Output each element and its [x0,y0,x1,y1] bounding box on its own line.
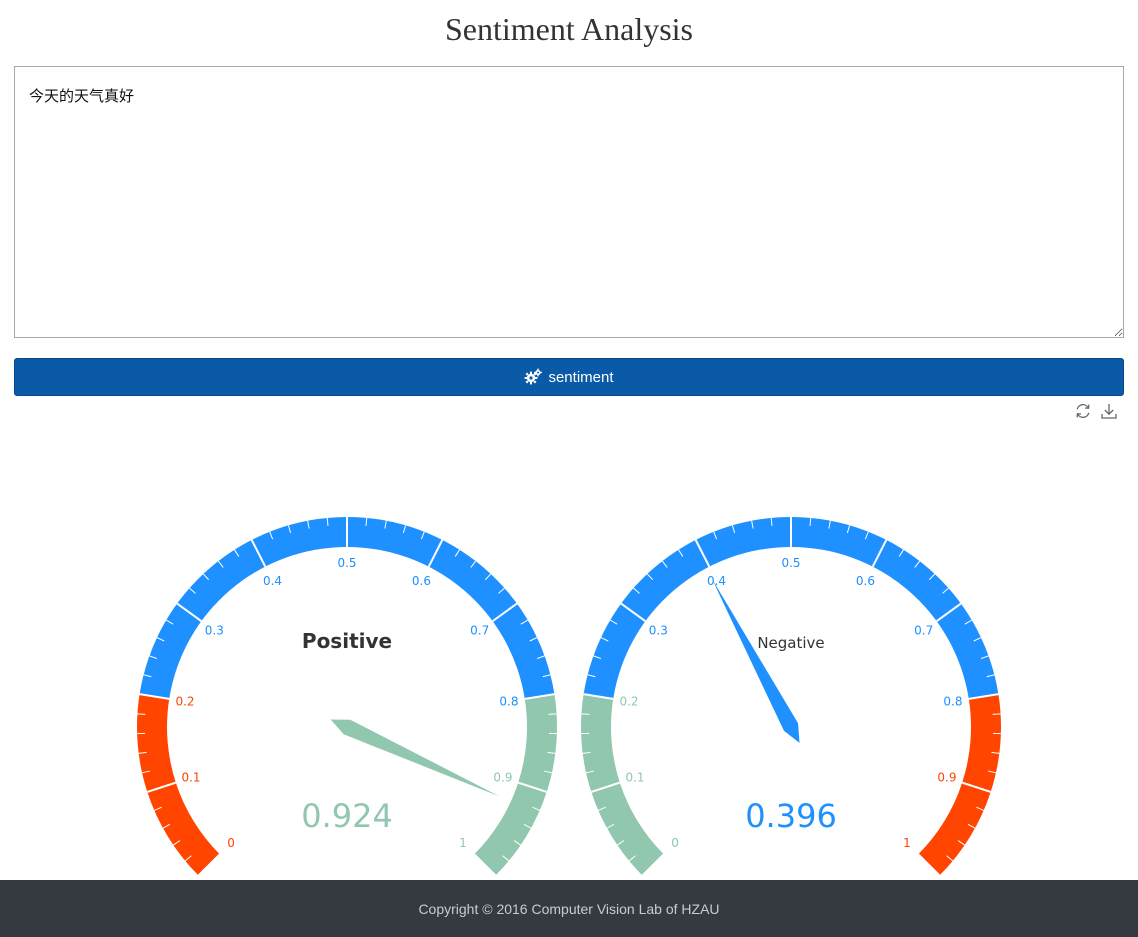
footer-copyright: Copyright © 2016 Computer Vision Lab of … [418,900,720,917]
gauge-minor-tick [992,713,1001,715]
gauge-band [918,694,1001,876]
gauge-tick-label: 0 [671,836,679,850]
gauge-tick-label: 0.7 [470,624,489,638]
gauge-tick-label: 0.6 [856,574,875,588]
gauge-tick-label: 0.5 [781,556,800,570]
gauge-band [137,694,220,876]
gauge-tick-label: 0.8 [943,694,962,708]
gauge-tick-label: 0.6 [412,574,431,588]
gauge-tick-label: 0.2 [619,694,638,708]
gauge-minor-tick [137,713,146,715]
gauge-tick-label: 1 [459,836,467,850]
gauge-0: 0 0.1 0.2 0.3 0.4 0.5 0.6 0.7 0.8 0.9 1 Positive 0.9… [137,516,557,877]
gauge-value: 0.924 [301,797,393,835]
gauge-tick-label: 0 [227,836,235,850]
gauge-band [474,694,557,876]
footer: Copyright © 2016 Computer Vision Lab of … [0,880,1138,937]
gauge-minor-tick [581,713,590,715]
gauge-band [580,694,664,876]
gauge-tick-label: 0.3 [649,624,668,638]
gauge-tick-label: 0.5 [337,556,356,570]
gauge-value: 0.396 [745,797,837,835]
gauge-title: Negative [757,634,824,652]
gauge-pointer [330,719,500,797]
gauge-tick-label: 0.9 [937,771,956,785]
gauge-minor-tick [548,713,557,715]
gauge-tick-label: 0.1 [625,771,644,785]
gauge-tick-label: 0.2 [175,694,194,708]
gauge-charts: 0 0.1 0.2 0.3 0.4 0.5 0.6 0.7 0.8 0.9 1 Positive 0.9… [137,516,1001,877]
gauge-tick-label: 0.4 [263,574,282,588]
gauge-tick-label: 0.7 [914,624,933,638]
gauge-tick-label: 1 [903,836,911,850]
gauge-tick-label: 0.1 [181,771,200,785]
gauge-title: Positive [302,629,392,653]
gauge-tick-label: 0.9 [493,771,512,785]
gauge-tick-label: 0.4 [707,574,726,588]
gauge-1: 0 0.1 0.2 0.3 0.4 0.5 0.6 0.7 0.8 0.9 1 Negative 0.3… [580,517,1001,877]
gauge-pointer [711,578,800,743]
gauge-tick-label: 0.8 [499,694,518,708]
gauge-tick-label: 0.3 [205,624,224,638]
